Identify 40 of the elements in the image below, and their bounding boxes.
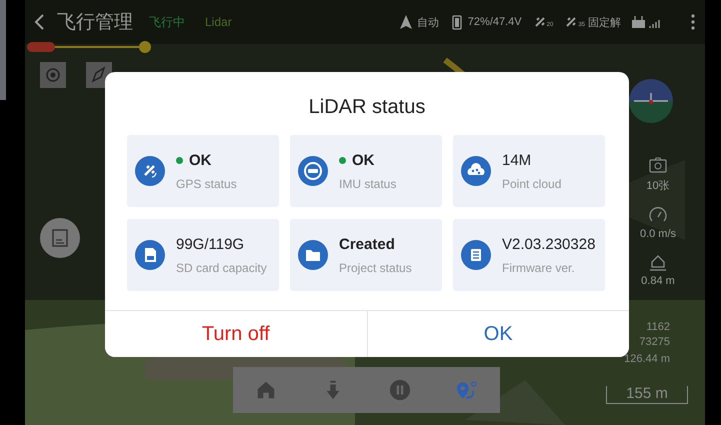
- position-reading: 1162: [646, 320, 670, 335]
- status-value: V2.03.230328: [502, 236, 596, 252]
- stat-value: 0.0 m/s: [640, 228, 676, 240]
- dialog-title: LiDAR status: [308, 95, 426, 120]
- sd-icon: [135, 240, 165, 270]
- status-label: Firmware ver.: [502, 260, 576, 274]
- attitude-indicator-icon: [628, 78, 674, 124]
- status-value: OK: [352, 152, 374, 168]
- flight-mode: 自动: [416, 16, 439, 30]
- status-label: Project status: [339, 260, 412, 274]
- rtk-status: 固定解: [588, 16, 621, 30]
- page-title: 飞行管理: [57, 11, 133, 35]
- navigation-arrow-icon: [398, 14, 414, 30]
- map-scale: 155 m: [606, 386, 688, 404]
- status-label: Point cloud: [502, 176, 562, 190]
- more-icon[interactable]: [689, 14, 697, 30]
- locate-icon[interactable]: [40, 62, 66, 88]
- position-reading: 73275: [639, 335, 670, 350]
- camera-icon: [648, 155, 668, 175]
- gps-icon: [135, 156, 165, 186]
- folder-icon: [298, 240, 328, 270]
- route-pin-icon[interactable]: [456, 379, 478, 401]
- chip-icon: [461, 240, 491, 270]
- status-label: GPS status: [176, 176, 237, 190]
- cloud-icon: [461, 156, 491, 186]
- save-icon: [51, 228, 69, 248]
- pause-icon[interactable]: [388, 379, 411, 401]
- status-label: IMU status: [339, 176, 396, 190]
- status-value: Created: [339, 236, 395, 252]
- imu-icon: [298, 156, 328, 186]
- status-value: OK: [189, 152, 212, 168]
- status-label: SD card capacity: [176, 260, 267, 274]
- status-value: 99G/119G: [176, 236, 244, 252]
- home-icon[interactable]: [255, 379, 278, 401]
- status-value: 14M: [502, 152, 532, 168]
- battery-reading: 72%/47.4V: [468, 16, 522, 28]
- stat-value: 10张: [646, 179, 670, 193]
- flight-state: 飞行中: [149, 14, 185, 30]
- stat-value: 0.84 m: [641, 275, 675, 287]
- payload-name: Lidar: [205, 15, 232, 29]
